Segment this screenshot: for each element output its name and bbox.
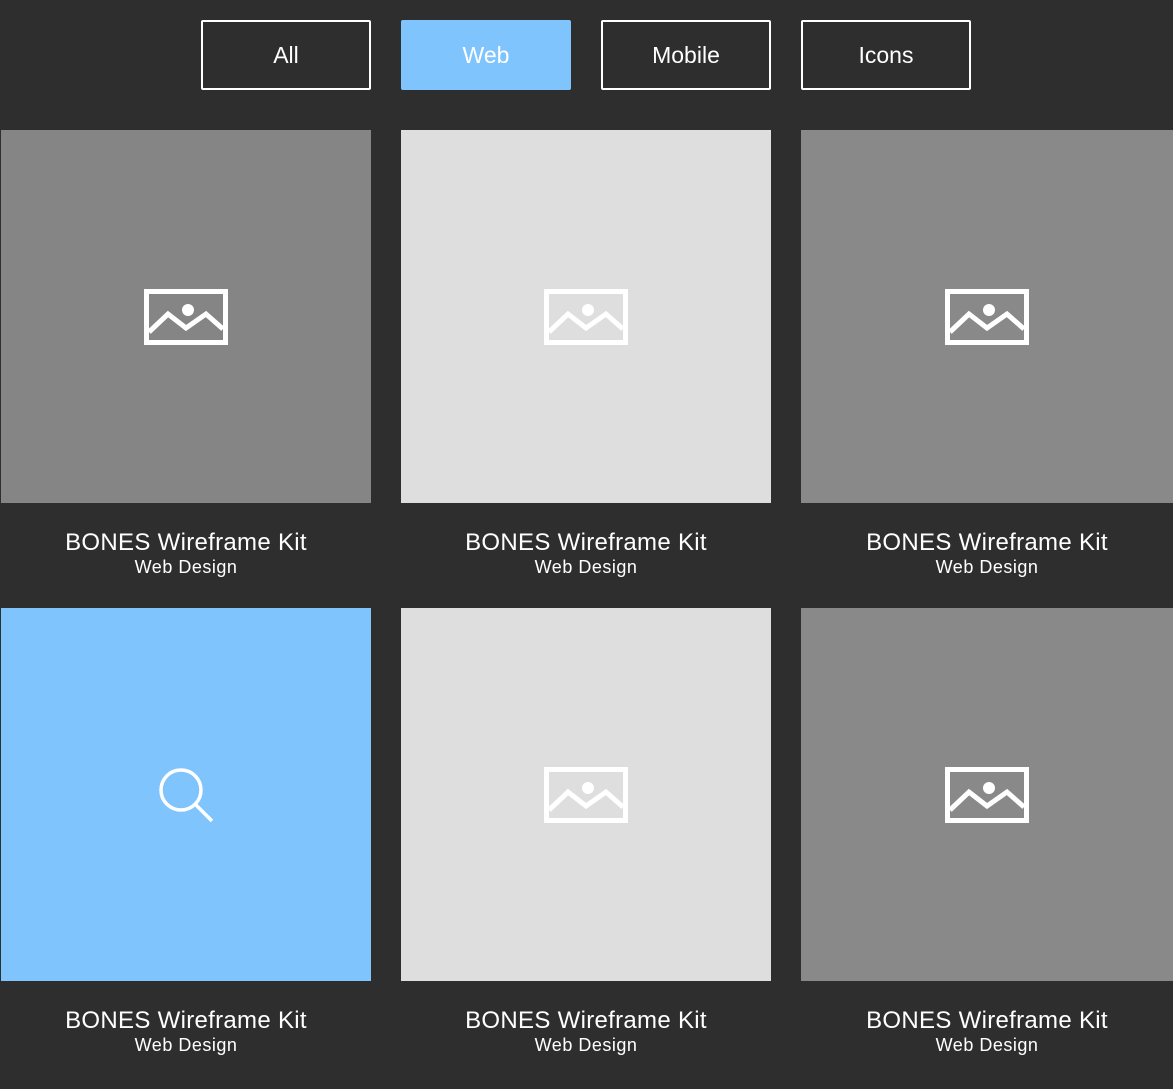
portfolio-thumbnail[interactable] (1, 130, 371, 503)
portfolio-item: BONES Wireframe Kit Web Design (801, 130, 1173, 608)
portfolio-category: Web Design (534, 557, 638, 577)
portfolio-item: BONES Wireframe Kit Web Design (1, 130, 371, 608)
filter-mobile-button[interactable]: Mobile (601, 20, 771, 90)
filter-icons-button[interactable]: Icons (801, 20, 971, 90)
image-placeholder-icon (945, 766, 1029, 823)
portfolio-category: Web Design (134, 1035, 238, 1055)
image-placeholder-icon (144, 288, 228, 345)
image-placeholder-icon (945, 288, 1029, 345)
image-placeholder-icon (544, 766, 628, 823)
portfolio-thumbnail[interactable] (401, 130, 771, 503)
filter-web-button[interactable]: Web (401, 20, 571, 90)
portfolio-caption: BONES Wireframe Kit Web Design (801, 981, 1173, 1086)
portfolio-title[interactable]: BONES Wireframe Kit (801, 1008, 1173, 1034)
portfolio-title[interactable]: BONES Wireframe Kit (1, 1008, 371, 1034)
portfolio-caption: BONES Wireframe Kit Web Design (401, 981, 771, 1086)
portfolio-item: BONES Wireframe Kit Web Design (401, 130, 771, 608)
filter-bar: All Web Mobile Icons (201, 20, 971, 90)
portfolio-category: Web Design (935, 1035, 1039, 1055)
portfolio-caption: BONES Wireframe Kit Web Design (1, 503, 371, 608)
portfolio-category: Web Design (134, 557, 238, 577)
portfolio-title[interactable]: BONES Wireframe Kit (1, 530, 371, 556)
portfolio-thumbnail[interactable] (801, 130, 1173, 503)
portfolio-thumbnail[interactable] (401, 608, 771, 981)
portfolio-item: BONES Wireframe Kit Web Design (401, 608, 771, 1086)
portfolio-item: BONES Wireframe Kit Web Design (801, 608, 1173, 1086)
portfolio-title[interactable]: BONES Wireframe Kit (801, 530, 1173, 556)
image-placeholder-icon (544, 288, 628, 345)
portfolio-thumbnail-hover[interactable] (1, 608, 371, 981)
portfolio-category: Web Design (534, 1035, 638, 1055)
portfolio-caption: BONES Wireframe Kit Web Design (401, 503, 771, 608)
portfolio-category: Web Design (935, 557, 1039, 577)
search-icon[interactable] (157, 766, 215, 824)
filter-all-button[interactable]: All (201, 20, 371, 90)
portfolio-title[interactable]: BONES Wireframe Kit (401, 1008, 771, 1034)
portfolio-caption: BONES Wireframe Kit Web Design (801, 503, 1173, 608)
portfolio-caption: BONES Wireframe Kit Web Design (1, 981, 371, 1086)
portfolio-grid: BONES Wireframe Kit Web Design BONES Wir… (1, 130, 1173, 1086)
portfolio-item: BONES Wireframe Kit Web Design (1, 608, 371, 1086)
portfolio-title[interactable]: BONES Wireframe Kit (401, 530, 771, 556)
portfolio-thumbnail[interactable] (801, 608, 1173, 981)
